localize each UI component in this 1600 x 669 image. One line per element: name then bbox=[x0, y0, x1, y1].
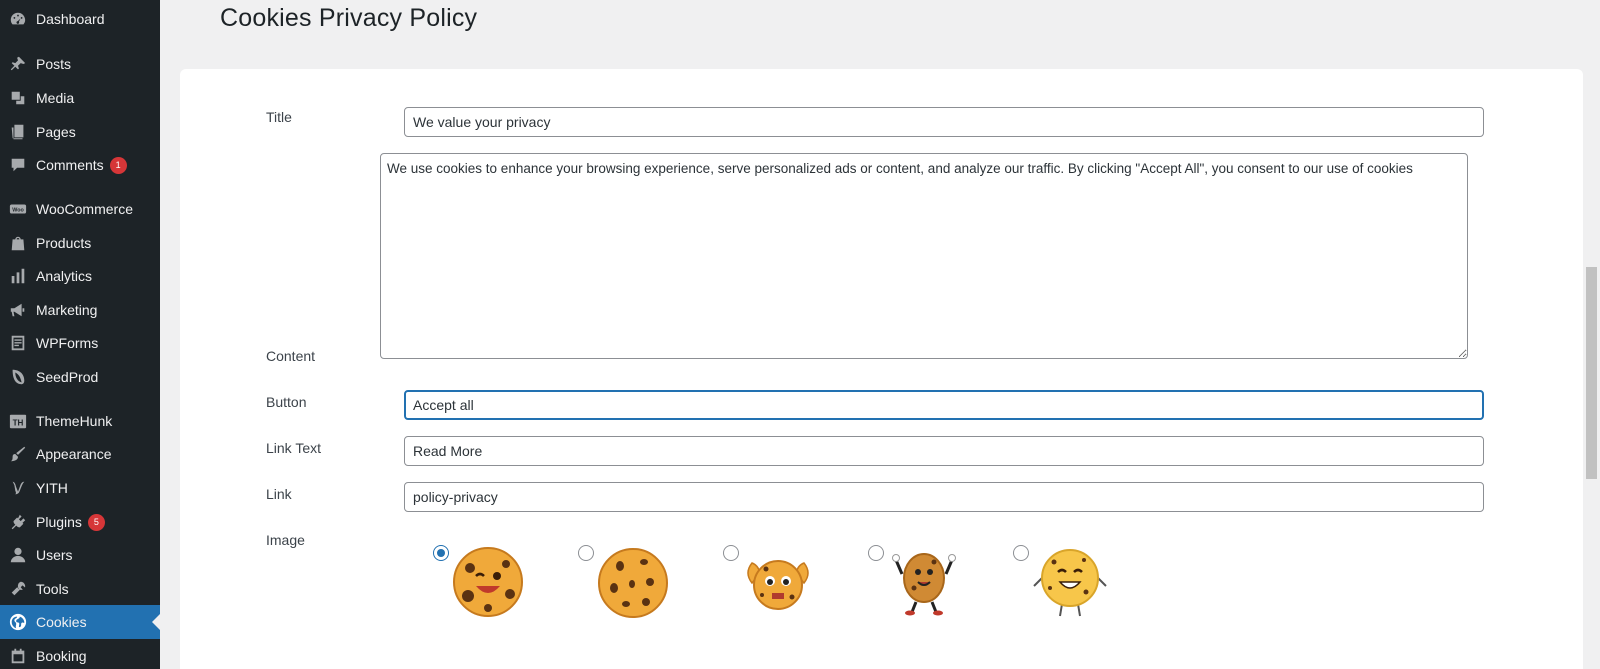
dancing-cookie-image[interactable] bbox=[892, 548, 956, 616]
sidebar-item-label: Media bbox=[36, 90, 75, 106]
sidebar-item-label: SeedProd bbox=[36, 369, 99, 385]
sidebar-item-appearance[interactable]: Appearance bbox=[0, 437, 160, 471]
sidebar-item-tools[interactable]: Tools bbox=[0, 572, 160, 606]
wpforms-icon bbox=[0, 334, 36, 352]
link-input[interactable] bbox=[404, 482, 1484, 512]
image-label: Image bbox=[266, 532, 305, 548]
users-icon bbox=[0, 546, 36, 564]
page-title: Cookies Privacy Policy bbox=[220, 4, 478, 32]
sidebar-item-label: Booking bbox=[36, 648, 87, 664]
products-icon bbox=[0, 234, 36, 252]
content-textarea[interactable]: We use cookies to enhance your browsing … bbox=[380, 153, 1468, 359]
sidebar-item-cookies[interactable]: Cookies bbox=[0, 605, 160, 639]
sidebar-item-marketing[interactable]: Marketing bbox=[0, 293, 160, 327]
sidebar-item-label: WooCommerce bbox=[36, 201, 133, 217]
themehunk-icon: TH bbox=[0, 412, 36, 430]
plugins-update-badge: 5 bbox=[87, 513, 105, 531]
link-label: Link bbox=[266, 486, 292, 502]
title-label: Title bbox=[266, 109, 292, 125]
winking-cookie-image[interactable] bbox=[450, 544, 526, 620]
plain-cookie-image[interactable] bbox=[596, 546, 670, 620]
sidebar-item-products[interactable]: Products bbox=[0, 226, 160, 260]
button-label: Button bbox=[266, 394, 307, 410]
content-label: Content bbox=[266, 348, 316, 364]
sidebar-item-label: Comments bbox=[36, 157, 104, 173]
sidebar-item-woocommerce[interactable]: Woo WooCommerce bbox=[0, 192, 160, 226]
megaphone-icon bbox=[0, 301, 36, 319]
sidebar-item-users[interactable]: Users bbox=[0, 538, 160, 572]
image-option-3-radio[interactable] bbox=[723, 545, 739, 561]
dashboard-icon bbox=[0, 10, 36, 28]
link-text-label: Link Text bbox=[266, 440, 321, 456]
sidebar-item-plugins[interactable]: Plugins 5 bbox=[0, 505, 160, 539]
image-option-4-radio[interactable] bbox=[868, 545, 884, 561]
image-option-2-radio[interactable] bbox=[578, 545, 594, 561]
sidebar-item-label: YITH bbox=[36, 480, 68, 496]
sidebar-item-dashboard[interactable]: Dashboard bbox=[0, 2, 160, 36]
comments-count-badge: 1 bbox=[109, 156, 127, 174]
paintbrush-icon bbox=[0, 445, 36, 463]
sidebar-item-label: Appearance bbox=[36, 446, 112, 462]
woocommerce-icon: Woo bbox=[0, 200, 36, 218]
link-text-input[interactable] bbox=[404, 436, 1484, 466]
sidebar-item-themehunk[interactable]: TH ThemeHunk bbox=[0, 404, 160, 438]
sidebar-item-media[interactable]: Media bbox=[0, 81, 160, 115]
image-option-5-radio[interactable] bbox=[1013, 545, 1029, 561]
button-text-input[interactable] bbox=[404, 390, 1484, 420]
image-option-1-radio[interactable] bbox=[433, 545, 449, 561]
smiling-cookie-image[interactable] bbox=[1032, 546, 1108, 618]
sidebar-item-label: Marketing bbox=[36, 302, 98, 318]
sidebar-item-label: Analytics bbox=[36, 268, 93, 284]
page-scrollbar-thumb[interactable] bbox=[1586, 267, 1597, 479]
plugins-icon bbox=[0, 513, 36, 531]
title-input[interactable] bbox=[404, 107, 1484, 137]
sidebar-item-label: Tools bbox=[36, 581, 69, 597]
wrench-icon bbox=[0, 580, 36, 598]
seedprod-icon bbox=[0, 368, 36, 386]
sidebar-item-comments[interactable]: Comments 1 bbox=[0, 148, 160, 182]
sidebar-item-seedprod[interactable]: SeedProd bbox=[0, 360, 160, 394]
sidebar-item-label: Pages bbox=[36, 124, 76, 140]
sidebar-item-yith[interactable]: YITH bbox=[0, 471, 160, 505]
sidebar-item-label: WPForms bbox=[36, 335, 99, 351]
svg-text:Woo: Woo bbox=[12, 207, 24, 213]
sidebar-item-label: Products bbox=[36, 235, 92, 251]
sidebar-item-wpforms[interactable]: WPForms bbox=[0, 326, 160, 360]
svg-text:TH: TH bbox=[13, 419, 24, 428]
globe-icon bbox=[0, 613, 36, 631]
analytics-icon bbox=[0, 267, 36, 285]
yith-icon bbox=[0, 479, 36, 497]
sidebar-item-label: Users bbox=[36, 547, 73, 563]
sidebar-item-label: ThemeHunk bbox=[36, 413, 113, 429]
calendar-icon bbox=[0, 647, 36, 665]
sidebar-item-label: Cookies bbox=[36, 614, 87, 630]
admin-sidebar: Dashboard Posts Media Pages Comments 1 W… bbox=[0, 0, 160, 669]
comments-icon bbox=[0, 156, 36, 174]
sidebar-item-pages[interactable]: Pages bbox=[0, 115, 160, 149]
flexing-cookie-image[interactable] bbox=[740, 553, 816, 613]
sidebar-item-posts[interactable]: Posts bbox=[0, 47, 160, 81]
sidebar-item-booking[interactable]: Booking bbox=[0, 639, 160, 669]
media-icon bbox=[0, 89, 36, 107]
sidebar-item-label: Posts bbox=[36, 56, 72, 72]
sidebar-item-label: Dashboard bbox=[36, 11, 105, 27]
pages-icon bbox=[0, 123, 36, 141]
sidebar-item-label: Plugins bbox=[36, 514, 82, 530]
pin-icon bbox=[0, 55, 36, 73]
sidebar-item-analytics[interactable]: Analytics bbox=[0, 259, 160, 293]
